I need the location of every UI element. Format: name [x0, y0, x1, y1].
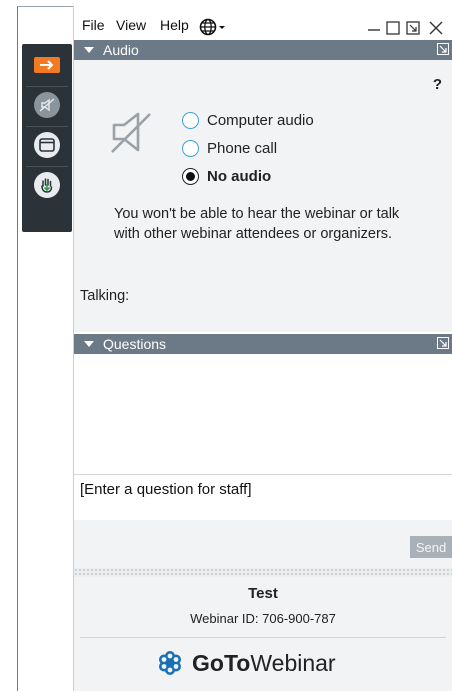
audio-toggle-button[interactable]: [27, 90, 67, 120]
collapse-triangle-icon[interactable]: [84, 341, 94, 347]
send-area: Send: [74, 520, 452, 568]
brand-to: To: [223, 649, 251, 676]
audio-panel-title: Audio: [103, 42, 139, 58]
close-button[interactable]: [428, 20, 444, 41]
computer-audio-radio[interactable]: [182, 111, 199, 129]
gotowebinar-flower-icon: [159, 651, 181, 675]
audio-panel-body: ? Computer audio Phone call No audio You…: [74, 60, 452, 332]
webinar-title: Test: [248, 585, 278, 602]
divider: [80, 637, 446, 638]
collapse-panel-button[interactable]: [27, 50, 67, 80]
phone-call-option[interactable]: Phone call: [182, 137, 277, 159]
menu-view[interactable]: View: [116, 17, 146, 33]
arrow-right-icon: [34, 57, 60, 73]
brand-webinar: Webinar: [250, 649, 336, 676]
questions-panel-title: Questions: [103, 336, 167, 352]
brand-go: Go: [192, 649, 224, 676]
window-icon: [34, 132, 60, 158]
minimize-button[interactable]: [367, 14, 381, 39]
audio-muted-icon: [34, 92, 60, 118]
no-audio-label: No audio: [207, 167, 272, 185]
language-menu[interactable]: [199, 18, 227, 39]
raise-hand-icon: [34, 172, 60, 198]
computer-audio-label: Computer audio: [207, 111, 314, 129]
grab-tab-strip: [22, 44, 72, 232]
webinar-id: Webinar ID: 706-900-787: [190, 611, 336, 626]
screen-view-button[interactable]: [27, 130, 67, 160]
computer-audio-option[interactable]: Computer audio: [182, 109, 314, 131]
popout-icon[interactable]: [437, 337, 449, 349]
talking-label: Talking:: [80, 288, 130, 304]
collapse-triangle-icon[interactable]: [84, 47, 94, 53]
gotowebinar-logo: Go To Webinar: [156, 649, 336, 677]
menu-bar: File View Help: [74, 14, 452, 40]
raise-hand-button[interactable]: [27, 170, 67, 200]
undock-button[interactable]: [406, 21, 420, 40]
menu-file[interactable]: File: [82, 17, 105, 33]
webinar-footer: Test Webinar ID: 706-900-787 Go To Webinar: [74, 577, 452, 691]
phone-call-label: Phone call: [207, 139, 278, 157]
no-audio-radio[interactable]: [182, 167, 199, 185]
maximize-button[interactable]: [386, 21, 400, 40]
popout-icon[interactable]: [437, 43, 449, 55]
no-audio-message: You won't be able to hear the webinar or…: [114, 206, 400, 242]
help-icon[interactable]: ?: [433, 76, 442, 93]
close-icon: [429, 21, 443, 35]
resize-grip[interactable]: [74, 568, 452, 577]
question-input[interactable]: [Enter a question for staff]: [74, 474, 452, 520]
phone-call-radio[interactable]: [182, 139, 199, 157]
audio-panel-header[interactable]: Audio: [74, 40, 452, 60]
no-audio-option[interactable]: No audio: [182, 165, 271, 187]
globe-icon: [199, 18, 225, 36]
questions-panel-header[interactable]: Questions: [74, 334, 452, 354]
menu-help[interactable]: Help: [160, 17, 189, 33]
questions-log: [74, 354, 452, 474]
send-button[interactable]: Send: [410, 536, 452, 558]
speaker-muted-icon: [108, 108, 156, 161]
